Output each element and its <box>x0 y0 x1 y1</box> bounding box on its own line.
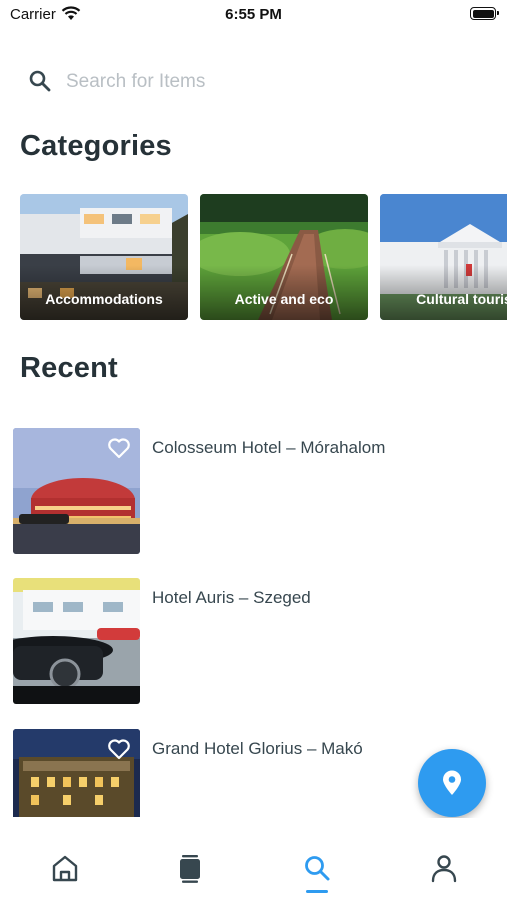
category-card-active-eco[interactable]: Active and eco <box>200 194 368 320</box>
category-label: Cultural touris <box>416 291 507 307</box>
heart-outline-icon[interactable] <box>107 437 131 459</box>
categories-heading: Categories <box>20 130 172 162</box>
categories-carousel[interactable]: Accommodations Active and eco Cultural t… <box>20 194 507 321</box>
battery-icon <box>470 7 499 20</box>
search-icon <box>305 856 330 881</box>
hotel-thumbnail <box>13 729 140 817</box>
search-bar[interactable] <box>24 62 484 102</box>
cards-icon <box>180 855 200 883</box>
category-card-accommodations[interactable]: Accommodations <box>20 194 188 320</box>
status-bar: Carrier 6:55 PM <box>0 0 507 30</box>
bottom-nav <box>0 818 507 900</box>
category-card-cultural[interactable]: Cultural touris <box>380 194 507 320</box>
profile-icon <box>431 855 457 883</box>
map-button[interactable] <box>418 749 486 817</box>
home-icon <box>52 855 78 882</box>
clock: 6:55 PM <box>225 6 282 23</box>
recent-item-colosseum[interactable]: Colosseum Hotel – Mórahalom <box>13 428 493 554</box>
search-input[interactable] <box>66 68 466 96</box>
recent-item-auris[interactable]: Hotel Auris – Szeged <box>13 578 493 704</box>
hotel-thumbnail <box>13 578 140 704</box>
category-label: Active and eco <box>234 291 334 307</box>
map-pin-icon <box>443 770 461 795</box>
hotel-title: Grand Hotel Glorius – Makó <box>152 739 363 758</box>
hotel-thumbnail <box>13 428 140 554</box>
nav-collections[interactable] <box>170 848 210 888</box>
hotel-title: Hotel Auris – Szeged <box>152 588 311 607</box>
recent-heading: Recent <box>20 352 118 384</box>
heart-outline-icon[interactable] <box>107 738 131 760</box>
nav-home[interactable] <box>45 848 85 888</box>
search-icon <box>29 70 51 92</box>
nav-profile[interactable] <box>424 848 464 888</box>
nav-search[interactable] <box>297 848 337 893</box>
active-tab-indicator <box>306 890 328 893</box>
hotel-title: Colosseum Hotel – Mórahalom <box>152 438 386 457</box>
category-label: Accommodations <box>45 291 163 307</box>
